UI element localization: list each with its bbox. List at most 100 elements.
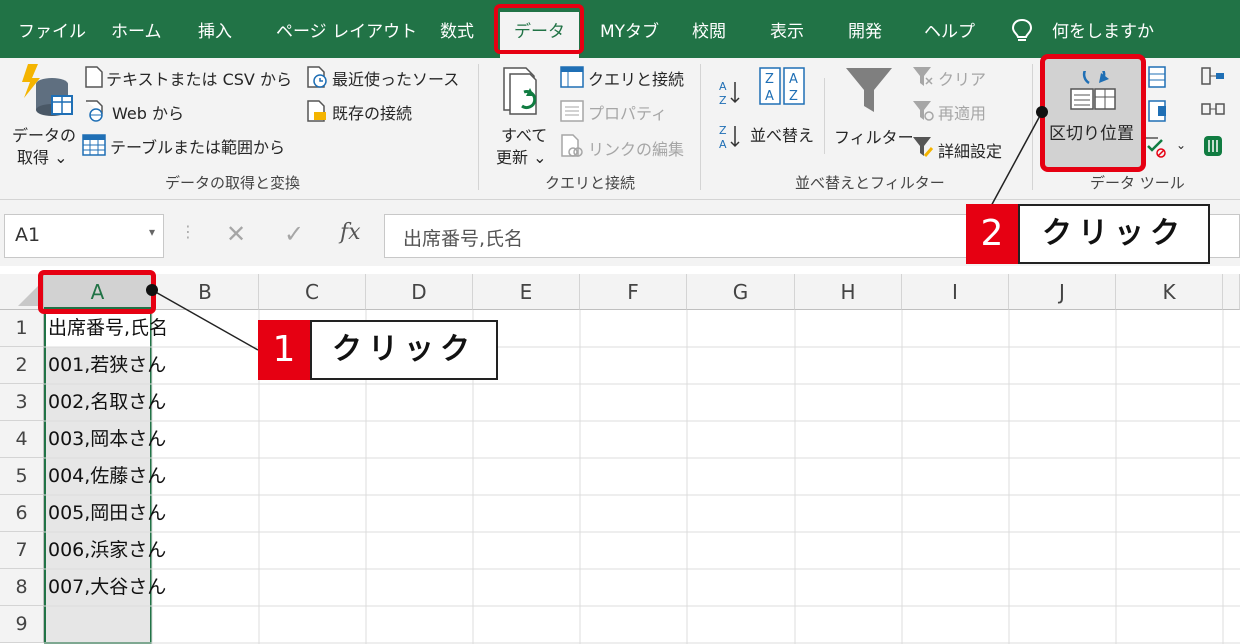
consolidate-icon bbox=[1201, 67, 1224, 85]
tab-file[interactable]: ファイル bbox=[18, 12, 86, 52]
tab-view[interactable]: 表示 bbox=[770, 12, 804, 52]
name-box[interactable]: A1 ▾ bbox=[4, 214, 164, 258]
from-table-range-button[interactable]: テーブルまたは範囲から bbox=[110, 134, 285, 158]
svg-text:Z: Z bbox=[719, 124, 727, 137]
column-header-g[interactable]: G bbox=[687, 274, 795, 310]
row-header[interactable]: 1 bbox=[0, 310, 44, 347]
data-model-icon bbox=[1204, 136, 1222, 156]
reapply-button[interactable]: 再適用 bbox=[938, 100, 986, 124]
column-header-b[interactable]: B bbox=[152, 274, 259, 310]
cell-a7[interactable]: 006,浜家さん bbox=[48, 532, 166, 569]
svg-text:A: A bbox=[719, 80, 727, 93]
row-header[interactable]: 5 bbox=[0, 458, 44, 495]
worksheet-grid: A B C D E F G H I J K 1 2 3 4 5 6 7 8 9 … bbox=[0, 266, 1240, 644]
reapply-icon bbox=[913, 101, 934, 121]
callout-step-1: 1 クリック bbox=[258, 320, 498, 380]
tab-developer[interactable]: 開発 bbox=[848, 12, 882, 52]
svg-text:A: A bbox=[789, 72, 798, 87]
web-icon bbox=[86, 100, 103, 122]
recent-sources-button[interactable]: 最近使ったソース bbox=[332, 66, 459, 90]
tab-insert[interactable]: 挿入 bbox=[198, 12, 232, 52]
callout-step-2-label: クリック bbox=[1018, 204, 1210, 264]
from-text-csv-button[interactable]: テキストまたは CSV から bbox=[106, 66, 292, 90]
get-data-dropdown[interactable]: 取得 ⌄ bbox=[17, 144, 68, 168]
svg-text:Z: Z bbox=[789, 89, 798, 104]
get-data-button[interactable]: データの bbox=[12, 122, 76, 146]
cancel-icon[interactable]: ✕ bbox=[226, 220, 246, 248]
svg-text:A: A bbox=[719, 138, 727, 151]
cell-a8[interactable]: 007,大谷さん bbox=[48, 569, 166, 606]
tab-review[interactable]: 校閲 bbox=[692, 12, 726, 52]
row-header[interactable]: 4 bbox=[0, 421, 44, 458]
row-header[interactable]: 3 bbox=[0, 384, 44, 421]
refresh-all-button[interactable]: すべて bbox=[501, 122, 547, 146]
column-header-h[interactable]: H bbox=[795, 274, 902, 310]
callout-step-2-number: 2 bbox=[966, 204, 1018, 264]
text-to-columns-label: 区切り位置 bbox=[1049, 124, 1134, 144]
advanced-button[interactable]: 詳細設定 bbox=[938, 138, 1002, 162]
callout-step-1-label: クリック bbox=[310, 320, 498, 380]
clear-button[interactable]: クリア bbox=[938, 66, 986, 90]
filter-button[interactable]: フィルター bbox=[834, 124, 914, 148]
row-header[interactable]: 6 bbox=[0, 495, 44, 532]
sort-button[interactable]: 並べ替え bbox=[750, 122, 814, 146]
group-label-queries: クエリと接続 bbox=[545, 174, 636, 192]
column-header-j[interactable]: J bbox=[1009, 274, 1116, 310]
table-icon bbox=[82, 134, 106, 156]
text-to-columns-icon bbox=[1070, 71, 1116, 110]
remove-duplicates-icon bbox=[1148, 100, 1166, 122]
tab-my-tab[interactable]: MYタブ bbox=[600, 12, 659, 52]
column-a-highlight bbox=[38, 270, 156, 314]
formula-bar-grip-icon: ⋮ bbox=[180, 222, 196, 241]
row-header[interactable]: 9 bbox=[0, 606, 44, 643]
name-box-value: A1 bbox=[15, 224, 41, 246]
cell-a1[interactable]: 出席番号,氏名 bbox=[48, 310, 168, 347]
edit-links-button[interactable]: リンクの編集 bbox=[588, 136, 684, 160]
svg-text:A: A bbox=[765, 89, 774, 104]
queries-connections-icon bbox=[560, 66, 584, 88]
column-header-f[interactable]: F bbox=[580, 274, 687, 310]
filter-icon bbox=[846, 68, 892, 112]
data-validation-dropdown-icon[interactable]: ⌄ bbox=[1176, 138, 1186, 152]
text-file-icon bbox=[85, 66, 103, 88]
cell-a5[interactable]: 004,佐藤さん bbox=[48, 458, 166, 495]
group-label-sort-filter: 並べ替えとフィルター bbox=[795, 174, 945, 192]
group-label-data-tools: データ ツール bbox=[1090, 174, 1185, 192]
svg-text:Z: Z bbox=[765, 72, 774, 87]
column-header-k[interactable]: K bbox=[1116, 274, 1223, 310]
tab-page-layout[interactable]: ページ レイアウト bbox=[276, 12, 417, 52]
row-header[interactable]: 2 bbox=[0, 347, 44, 384]
column-header-d[interactable]: D bbox=[366, 274, 473, 310]
tell-me-search[interactable]: 何をしますか bbox=[1052, 12, 1154, 52]
database-icon bbox=[22, 64, 73, 116]
callout-step-2: 2 クリック bbox=[966, 204, 1210, 264]
group-separator bbox=[700, 64, 701, 190]
from-web-button[interactable]: Web から bbox=[112, 100, 184, 124]
existing-connections-button[interactable]: 既存の接続 bbox=[332, 100, 412, 124]
svg-text:Z: Z bbox=[719, 94, 727, 107]
row-header[interactable]: 8 bbox=[0, 569, 44, 606]
cell-a3[interactable]: 002,名取さん bbox=[48, 384, 166, 421]
row-header[interactable]: 7 bbox=[0, 532, 44, 569]
insert-function-button[interactable]: fx bbox=[340, 220, 361, 245]
properties-button[interactable]: プロパティ bbox=[588, 100, 667, 124]
queries-connections-button[interactable]: クエリと接続 bbox=[588, 66, 684, 90]
cell-a4[interactable]: 003,岡本さん bbox=[48, 421, 166, 458]
column-header-e[interactable]: E bbox=[473, 274, 580, 310]
enter-icon[interactable]: ✓ bbox=[284, 220, 304, 248]
recent-sources-icon bbox=[307, 66, 327, 88]
tab-formulas[interactable]: 数式 bbox=[440, 12, 474, 52]
name-box-dropdown-icon[interactable]: ▾ bbox=[149, 225, 155, 239]
data-validation-icon bbox=[1146, 137, 1166, 158]
callout-step-1-number: 1 bbox=[258, 320, 310, 380]
tab-home[interactable]: ホーム bbox=[111, 12, 162, 52]
cell-a2[interactable]: 001,若狭さん bbox=[48, 347, 166, 384]
tab-help[interactable]: ヘルプ bbox=[924, 12, 975, 52]
refresh-all-dropdown[interactable]: 更新 ⌄ bbox=[496, 144, 547, 168]
gridlines bbox=[44, 310, 1240, 644]
text-to-columns-button[interactable]: 区切り位置 bbox=[1040, 54, 1146, 172]
cell-a6[interactable]: 005,岡田さん bbox=[48, 495, 166, 532]
column-header-i[interactable]: I bbox=[902, 274, 1009, 310]
column-header-c[interactable]: C bbox=[259, 274, 366, 310]
lightbulb-icon bbox=[1011, 18, 1033, 41]
